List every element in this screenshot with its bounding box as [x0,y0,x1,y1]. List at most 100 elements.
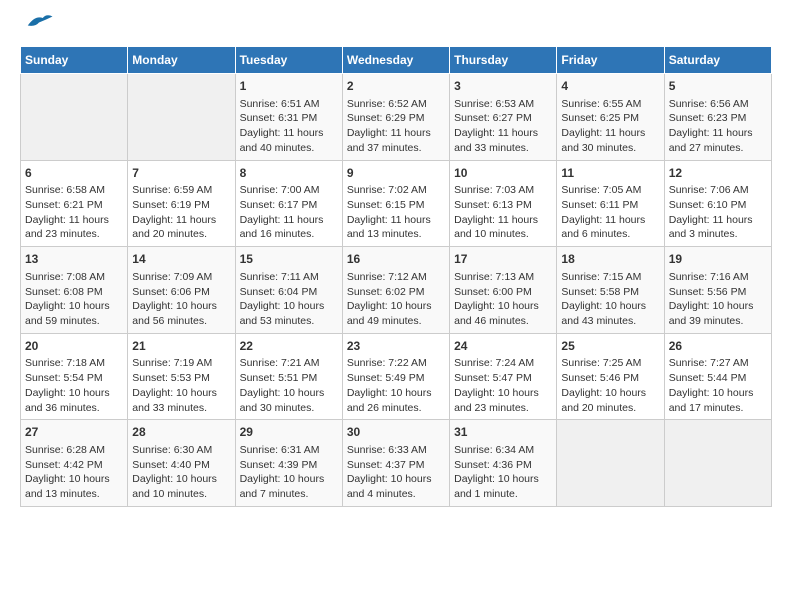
day-number: 24 [454,338,552,355]
calendar-week-row: 20Sunrise: 7:18 AM Sunset: 5:54 PM Dayli… [21,333,772,420]
day-info: Sunrise: 6:33 AM Sunset: 4:37 PM Dayligh… [347,443,445,502]
day-number: 25 [561,338,659,355]
calendar-day-cell: 11Sunrise: 7:05 AM Sunset: 6:11 PM Dayli… [557,160,664,247]
day-info: Sunrise: 7:13 AM Sunset: 6:00 PM Dayligh… [454,270,552,329]
day-info: Sunrise: 6:59 AM Sunset: 6:19 PM Dayligh… [132,183,230,242]
day-info: Sunrise: 7:19 AM Sunset: 5:53 PM Dayligh… [132,356,230,415]
day-info: Sunrise: 7:21 AM Sunset: 5:51 PM Dayligh… [240,356,338,415]
day-number: 23 [347,338,445,355]
calendar-day-cell: 30 Sunrise: 6:33 AM Sunset: 4:37 PM Dayli… [342,420,449,507]
calendar-day-cell [21,74,128,161]
calendar-day-cell: 12Sunrise: 7:06 AM Sunset: 6:10 PM Dayli… [664,160,771,247]
day-number: 5 [669,78,767,95]
day-info: Sunrise: 7:05 AM Sunset: 6:11 PM Dayligh… [561,183,659,242]
calendar-day-cell: 20Sunrise: 7:18 AM Sunset: 5:54 PM Dayli… [21,333,128,420]
day-of-week-header: Monday [128,47,235,74]
calendar-day-cell [664,420,771,507]
calendar-day-cell: 3Sunrise: 6:53 AM Sunset: 6:27 PM Daylig… [450,74,557,161]
day-number: 8 [240,165,338,182]
calendar-day-cell: 13Sunrise: 7:08 AM Sunset: 6:08 PM Dayli… [21,247,128,334]
day-of-week-header: Thursday [450,47,557,74]
day-of-week-header: Saturday [664,47,771,74]
day-info: Sunrise: 6:58 AM Sunset: 6:21 PM Dayligh… [25,183,123,242]
calendar-day-cell: 24Sunrise: 7:24 AM Sunset: 5:47 PM Dayli… [450,333,557,420]
day-number: 16 [347,251,445,268]
calendar-day-cell: 26Sunrise: 7:27 AM Sunset: 5:44 PM Dayli… [664,333,771,420]
day-number: 20 [25,338,123,355]
day-of-week-header: Sunday [21,47,128,74]
calendar-day-cell: 2Sunrise: 6:52 AM Sunset: 6:29 PM Daylig… [342,74,449,161]
day-info: Sunrise: 7:27 AM Sunset: 5:44 PM Dayligh… [669,356,767,415]
day-number: 12 [669,165,767,182]
day-number: 1 [240,78,338,95]
day-info: Sunrise: 7:22 AM Sunset: 5:49 PM Dayligh… [347,356,445,415]
day-number: 9 [347,165,445,182]
calendar-day-cell: 29Sunrise: 6:31 AM Sunset: 4:39 PM Dayli… [235,420,342,507]
calendar-day-cell: 22Sunrise: 7:21 AM Sunset: 5:51 PM Dayli… [235,333,342,420]
day-number: 29 [240,424,338,441]
calendar-day-cell: 1 Sunrise: 6:51 AM Sunset: 6:31 PM Daylig… [235,74,342,161]
day-info: Sunrise: 6:53 AM Sunset: 6:27 PM Dayligh… [454,97,552,156]
day-info: Sunrise: 6:28 AM Sunset: 4:42 PM Dayligh… [25,443,123,502]
page-header [20,20,772,30]
day-info: Sunrise: 7:24 AM Sunset: 5:47 PM Dayligh… [454,356,552,415]
calendar-day-cell: 21Sunrise: 7:19 AM Sunset: 5:53 PM Dayli… [128,333,235,420]
calendar-day-cell: 17 Sunrise: 7:13 AM Sunset: 6:00 PM Dayli… [450,247,557,334]
day-number: 17 [454,251,552,268]
calendar-day-cell: 31Sunrise: 6:34 AM Sunset: 4:36 PM Dayli… [450,420,557,507]
day-of-week-header: Wednesday [342,47,449,74]
day-number: 11 [561,165,659,182]
calendar-day-cell [128,74,235,161]
calendar-week-row: 6Sunrise: 6:58 AM Sunset: 6:21 PM Daylig… [21,160,772,247]
day-info: Sunrise: 7:03 AM Sunset: 6:13 PM Dayligh… [454,183,552,242]
calendar-day-cell: 23Sunrise: 7:22 AM Sunset: 5:49 PM Dayli… [342,333,449,420]
day-info: Sunrise: 7:18 AM Sunset: 5:54 PM Dayligh… [25,356,123,415]
calendar-day-cell [557,420,664,507]
day-number: 18 [561,251,659,268]
calendar-day-cell: 10Sunrise: 7:03 AM Sunset: 6:13 PM Dayli… [450,160,557,247]
calendar-day-cell: 14Sunrise: 7:09 AM Sunset: 6:06 PM Dayli… [128,247,235,334]
day-info: Sunrise: 7:06 AM Sunset: 6:10 PM Dayligh… [669,183,767,242]
calendar-day-cell: 5Sunrise: 6:56 AM Sunset: 6:23 PM Daylig… [664,74,771,161]
day-number: 13 [25,251,123,268]
day-number: 4 [561,78,659,95]
day-number: 27 [25,424,123,441]
calendar-day-cell: 28 Sunrise: 6:30 AM Sunset: 4:40 PM Dayli… [128,420,235,507]
day-number: 28 [132,424,230,441]
day-number: 31 [454,424,552,441]
day-number: 7 [132,165,230,182]
day-info: Sunrise: 6:52 AM Sunset: 6:29 PM Dayligh… [347,97,445,156]
day-number: 14 [132,251,230,268]
calendar-week-row: 13Sunrise: 7:08 AM Sunset: 6:08 PM Dayli… [21,247,772,334]
calendar-day-cell: 19 Sunrise: 7:16 AM Sunset: 5:56 PM Dayli… [664,247,771,334]
calendar-day-cell: 8Sunrise: 7:00 AM Sunset: 6:17 PM Daylig… [235,160,342,247]
calendar-week-row: 27 Sunrise: 6:28 AM Sunset: 4:42 PM Dayli… [21,420,772,507]
logo-bird-icon [24,12,54,30]
day-of-week-header: Tuesday [235,47,342,74]
day-info: Sunrise: 7:16 AM Sunset: 5:56 PM Dayligh… [669,270,767,329]
calendar-day-cell: 7Sunrise: 6:59 AM Sunset: 6:19 PM Daylig… [128,160,235,247]
calendar-day-cell: 16Sunrise: 7:12 AM Sunset: 6:02 PM Dayli… [342,247,449,334]
day-info: Sunrise: 7:25 AM Sunset: 5:46 PM Dayligh… [561,356,659,415]
day-info: Sunrise: 7:02 AM Sunset: 6:15 PM Dayligh… [347,183,445,242]
calendar-day-cell: 15Sunrise: 7:11 AM Sunset: 6:04 PM Dayli… [235,247,342,334]
calendar-table: SundayMondayTuesdayWednesdayThursdayFrid… [20,46,772,507]
day-info: Sunrise: 6:30 AM Sunset: 4:40 PM Dayligh… [132,443,230,502]
calendar-week-row: 1 Sunrise: 6:51 AM Sunset: 6:31 PM Daylig… [21,74,772,161]
calendar-day-cell: 18 Sunrise: 7:15 AM Sunset: 5:58 PM Dayli… [557,247,664,334]
calendar-day-cell: 25Sunrise: 7:25 AM Sunset: 5:46 PM Dayli… [557,333,664,420]
calendar-header-row: SundayMondayTuesdayWednesdayThursdayFrid… [21,47,772,74]
day-of-week-header: Friday [557,47,664,74]
day-number: 19 [669,251,767,268]
day-number: 26 [669,338,767,355]
day-info: Sunrise: 7:11 AM Sunset: 6:04 PM Dayligh… [240,270,338,329]
day-number: 21 [132,338,230,355]
day-number: 30 [347,424,445,441]
calendar-day-cell: 6Sunrise: 6:58 AM Sunset: 6:21 PM Daylig… [21,160,128,247]
day-info: Sunrise: 6:51 AM Sunset: 6:31 PM Dayligh… [240,97,338,156]
day-number: 22 [240,338,338,355]
calendar-day-cell: 9Sunrise: 7:02 AM Sunset: 6:15 PM Daylig… [342,160,449,247]
calendar-day-cell: 4 Sunrise: 6:55 AM Sunset: 6:25 PM Daylig… [557,74,664,161]
day-info: Sunrise: 6:55 AM Sunset: 6:25 PM Dayligh… [561,97,659,156]
day-info: Sunrise: 7:15 AM Sunset: 5:58 PM Dayligh… [561,270,659,329]
